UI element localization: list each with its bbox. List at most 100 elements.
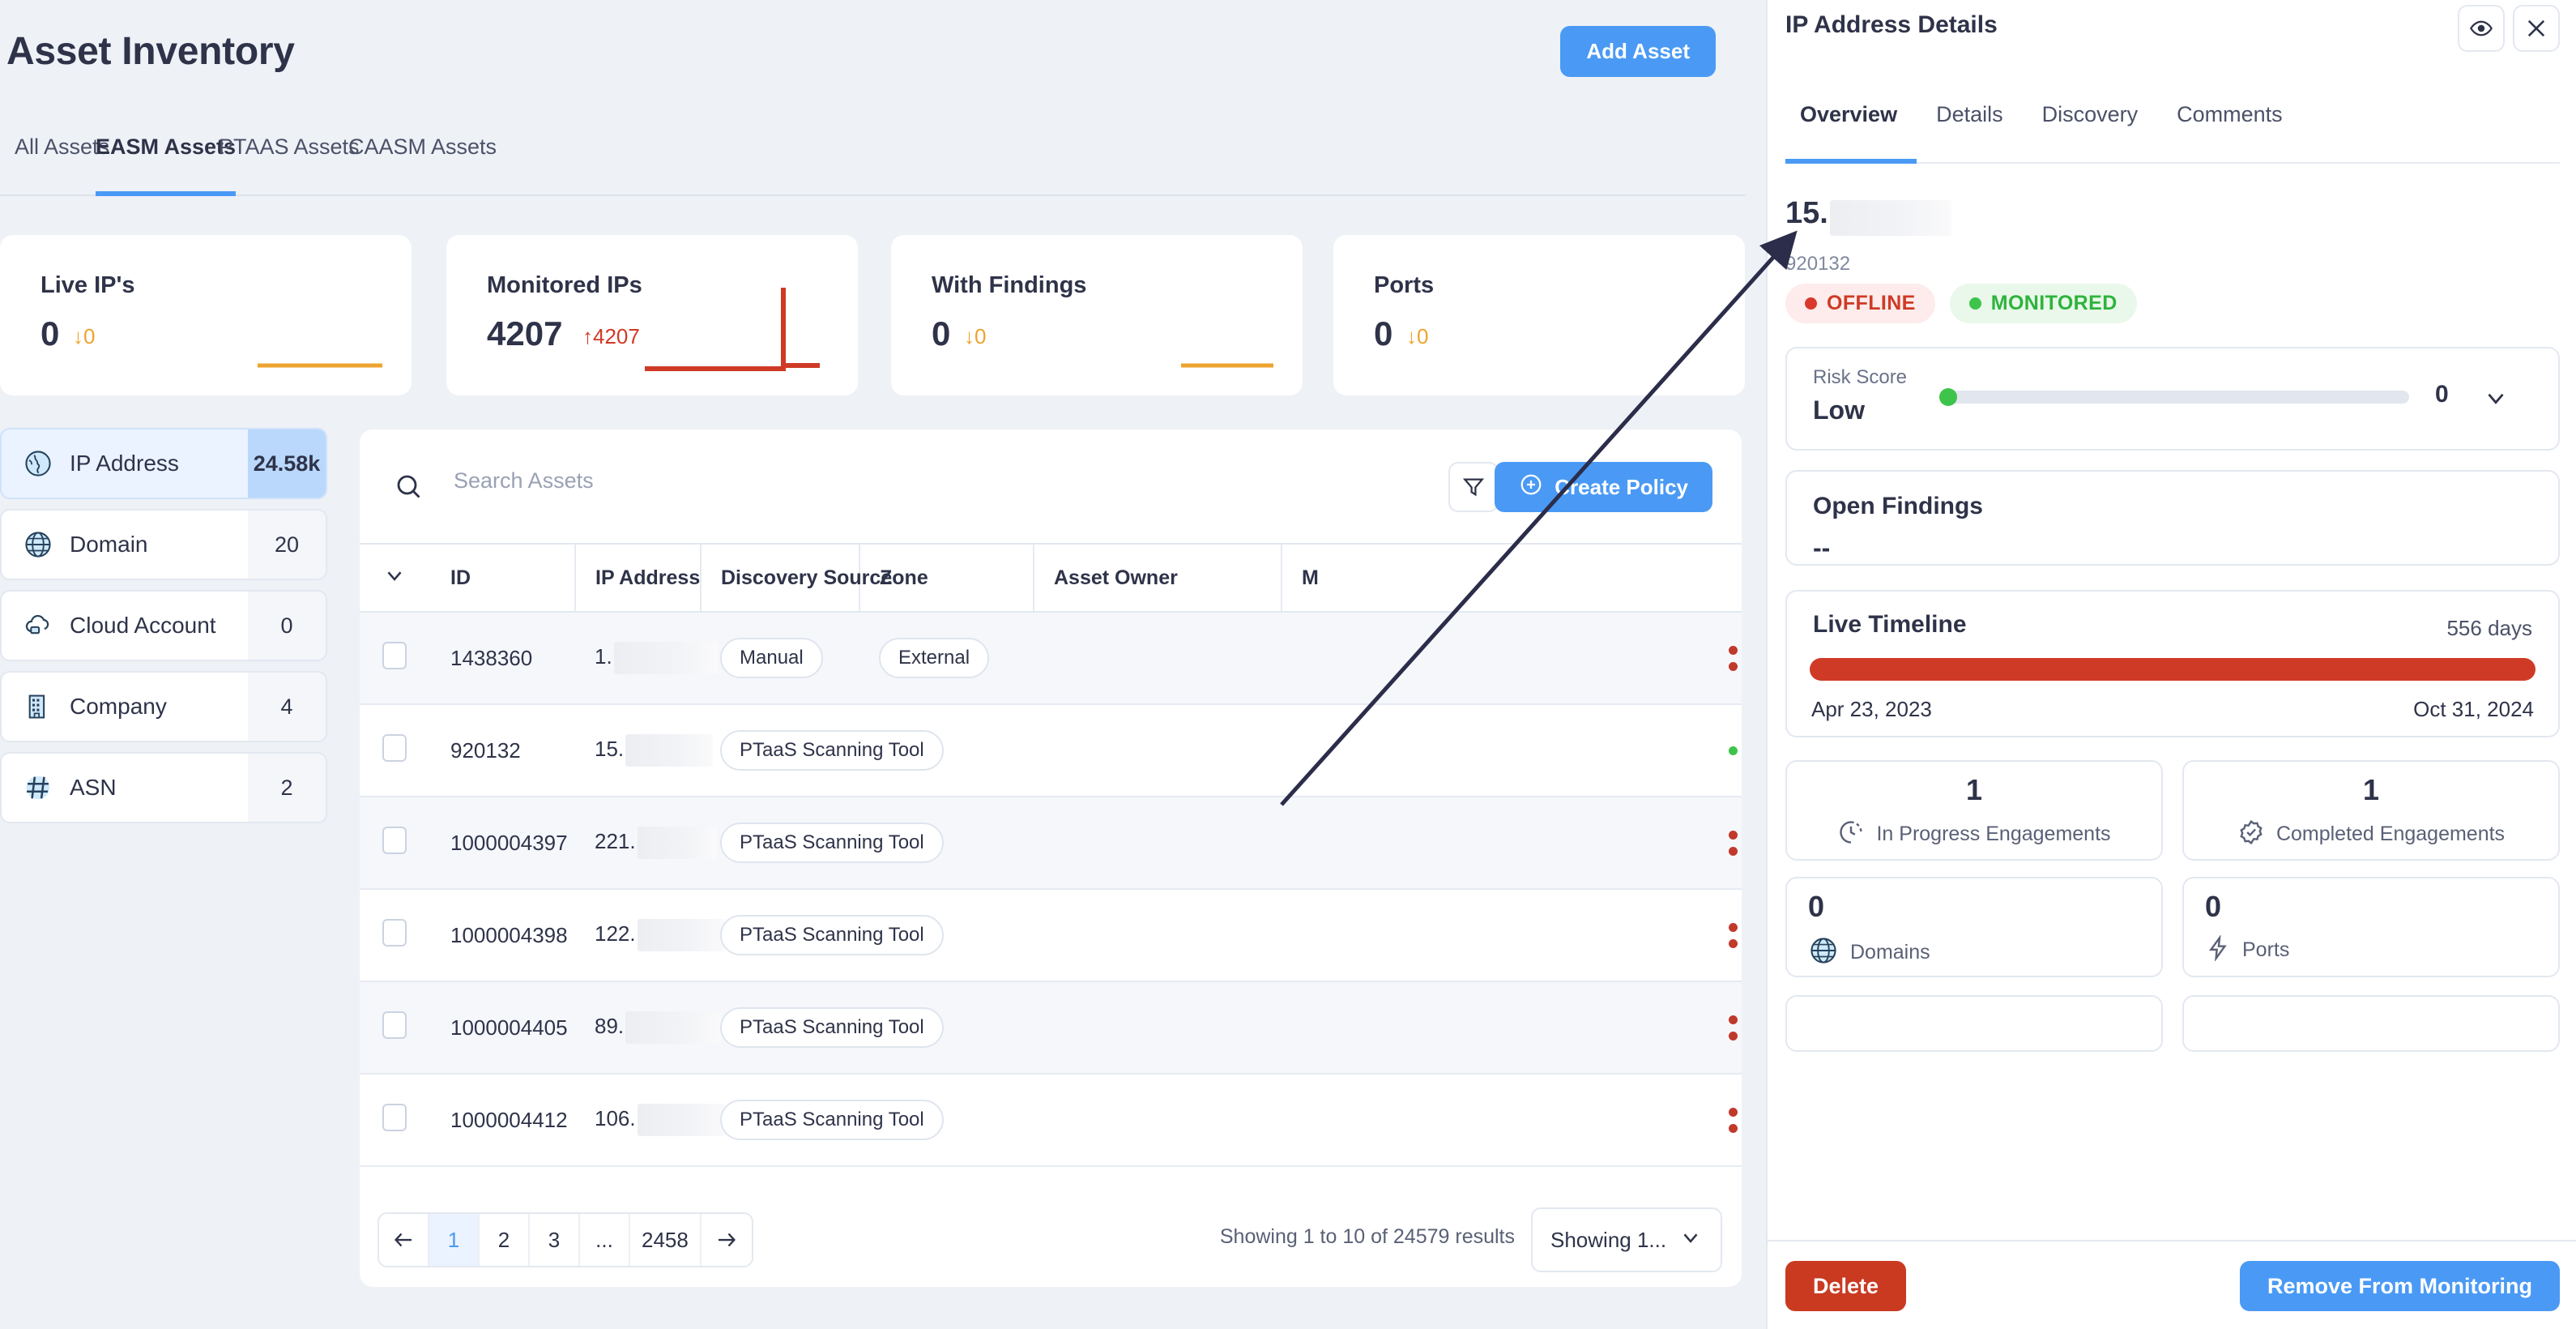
filter-item-ip-address[interactable]: IP Address 24.58k <box>0 428 327 499</box>
row-status-dot <box>1729 661 1738 671</box>
column-header-zone[interactable]: Zone <box>859 543 1034 613</box>
create-policy-button[interactable]: Create Policy <box>1495 462 1712 512</box>
table-row[interactable]: 1438360 1. Manual External <box>360 612 1742 705</box>
page-size-select[interactable]: Showing 1... <box>1531 1207 1722 1272</box>
pagination-page-2458[interactable]: 2458 <box>630 1214 702 1266</box>
stat-card-label: Monitored IPs <box>487 272 642 298</box>
metric-card-partial-left[interactable] <box>1785 995 2163 1052</box>
risk-score-slider[interactable] <box>1939 388 2409 406</box>
metric-value: 1 <box>2362 773 2380 806</box>
delete-button[interactable]: Delete <box>1785 1261 1907 1311</box>
table-row[interactable]: 1000004412 106. PTaaS Scanning Tool <box>360 1074 1742 1167</box>
column-header-ip-address[interactable]: IP Address <box>574 543 701 613</box>
row-status-dot <box>1729 1031 1738 1041</box>
table-row[interactable]: 920132 15. PTaaS Scanning Tool <box>360 704 1742 797</box>
table-row[interactable]: 1000004398 122. PTaaS Scanning Tool <box>360 889 1742 982</box>
row-status-dot <box>1729 1015 1738 1024</box>
stat-card-delta: ↑4207 <box>582 324 640 348</box>
metric-row: Domains <box>1808 935 2140 970</box>
open-findings-card: Open Findings -- <box>1785 470 2560 566</box>
stat-trend-up-icon: ↑ <box>582 324 593 348</box>
panel-footer: Delete Remove From Monitoring <box>1768 1240 2576 1329</box>
cell-ip-address: 89. <box>575 981 722 1075</box>
discovery-source-pill: PTaaS Scanning Tool <box>720 1007 944 1048</box>
cell-ip-address: 15. <box>575 704 714 797</box>
metric-card-in-progress-engagements[interactable]: 1 In Progress Engagements <box>1785 760 2163 861</box>
add-asset-button[interactable]: Add Asset <box>1560 26 1716 77</box>
search-input[interactable] <box>454 468 1102 494</box>
ip-prefix: 106. <box>595 1105 636 1130</box>
stat-card-row: Live IP's 0 ↓0 Monitored IPs 4207 ↑4207 With F… <box>0 235 1750 395</box>
panel-body: 15. 920132 OFFLINE MONITORED Risk Score L… <box>1768 170 2576 1248</box>
watch-eye-button[interactable] <box>2458 5 2505 52</box>
stat-card-value: 0 <box>1374 314 1393 353</box>
pagination-page-1[interactable]: 1 <box>429 1214 480 1266</box>
table-row[interactable]: 1000004405 89. PTaaS Scanning Tool <box>360 981 1742 1075</box>
pagination-page-2[interactable]: 2 <box>480 1214 530 1266</box>
metric-value: 0 <box>2205 890 2222 923</box>
table-row[interactable]: 1000004397 221. PTaaS Scanning Tool <box>360 797 1742 890</box>
filter-item-label: IP Address <box>70 451 179 476</box>
column-header-asset-owner[interactable]: Asset Owner <box>1033 543 1178 613</box>
page-size-label: Showing 1... <box>1550 1227 1667 1252</box>
cell-discovery-source: PTaaS Scanning Tool <box>701 1074 944 1167</box>
panel-tab-comments[interactable]: Comments <box>2157 102 2302 164</box>
cell-status-dots <box>1729 889 1742 982</box>
metric-card-domains[interactable]: 0 Domains <box>1785 877 2163 977</box>
row-checkbox[interactable] <box>382 1103 407 1131</box>
filter-button[interactable] <box>1448 462 1499 512</box>
stat-card-sparkline <box>641 278 838 379</box>
status-dot-icon <box>1805 297 1817 310</box>
filter-item-domain[interactable]: Domain 20 <box>0 509 327 580</box>
risk-score-knob[interactable] <box>1939 388 1957 406</box>
metric-card-partial-right[interactable] <box>2182 995 2560 1052</box>
ip-address-details-panel: IP Address Details Overview Details Discov… <box>1766 0 2576 1329</box>
metric-row: Ports <box>2205 934 2537 965</box>
status-dot-icon <box>1968 297 1981 310</box>
risk-score-level: Low <box>1813 395 1865 425</box>
metric-card-completed-engagements[interactable]: 1 Completed Engagements <box>2182 760 2560 861</box>
panel-tabs: Overview Details Discovery Comments <box>1785 102 2560 164</box>
column-header-discovery-source[interactable]: Discovery Source <box>700 543 892 613</box>
filter-item-cloud-account[interactable]: Cloud Account 0 <box>0 590 327 661</box>
pagination-next[interactable] <box>701 1214 752 1266</box>
row-checkbox[interactable] <box>382 1011 407 1039</box>
row-checkbox[interactable] <box>382 918 407 947</box>
pagination-page-ellipsisellipsisellipsis[interactable]: ... <box>580 1214 630 1266</box>
tab-caasm-assets[interactable]: CAASM Assets <box>348 135 497 196</box>
metric-row: In Progress Engagements <box>1808 818 2140 850</box>
filter-item-count: 2 <box>248 754 326 822</box>
cell-id: 1000004412 <box>450 1074 575 1167</box>
remove-from-monitoring-button[interactable]: Remove From Monitoring <box>2239 1261 2560 1311</box>
row-status-dot <box>1729 938 1738 948</box>
metric-card-ports[interactable]: 0 Ports <box>2182 877 2560 977</box>
cell-asset-owner <box>1034 612 1152 705</box>
tab-ptaas-assets[interactable]: PTAAS Assets <box>219 135 360 196</box>
close-button[interactable] <box>2513 5 2560 52</box>
risk-expand-chevron-icon[interactable] <box>2482 384 2510 416</box>
panel-tab-details[interactable]: Details <box>1917 102 2023 164</box>
metric-label: Completed Engagements <box>2275 823 2506 845</box>
pagination-page-3[interactable]: 3 <box>530 1214 580 1266</box>
stat-card-sparkline <box>1528 314 1725 379</box>
filter-item-asn[interactable]: ASN 2 <box>0 752 327 823</box>
pagination-prev[interactable] <box>379 1214 429 1266</box>
metric-value: 0 <box>1808 890 1825 923</box>
row-checkbox[interactable] <box>382 641 407 669</box>
filter-item-count: 4 <box>248 673 326 741</box>
column-header-id[interactable]: ID <box>450 543 575 613</box>
cell-ip-address: 221. <box>575 797 717 890</box>
cell-discovery-source: PTaaS Scanning Tool <box>701 889 944 982</box>
stat-card-value: 0 <box>41 314 60 353</box>
row-checkbox[interactable] <box>382 826 407 854</box>
filter-item-company[interactable]: Company 4 <box>0 671 327 742</box>
cell-id: 1000004397 <box>450 797 575 890</box>
column-header-truncated[interactable]: M <box>1281 543 1729 613</box>
cell-status-dots <box>1729 797 1742 890</box>
open-findings-value: -- <box>1813 533 1831 562</box>
panel-tab-overview[interactable]: Overview <box>1785 102 1917 164</box>
panel-tab-discovery[interactable]: Discovery <box>2023 102 2158 164</box>
column-expand-toggle[interactable] <box>360 543 450 613</box>
tab-easm-assets[interactable]: EASM Assets <box>96 135 237 196</box>
row-checkbox[interactable] <box>382 733 407 762</box>
